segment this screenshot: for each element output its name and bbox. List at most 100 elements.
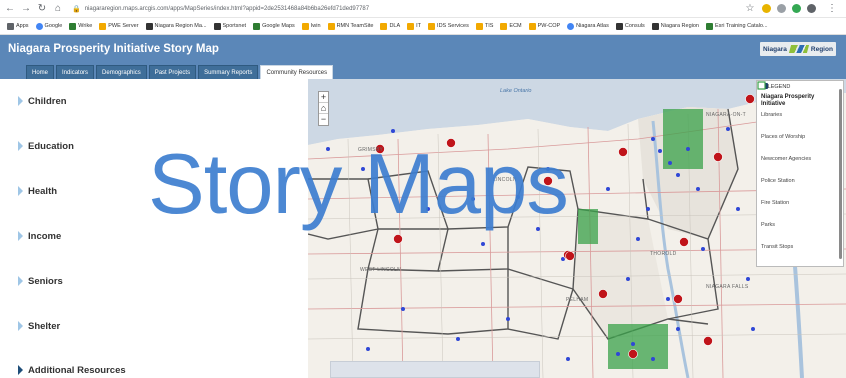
legend-panel[interactable]: ∧ LEGEND Niagara Prosperity Initiative L… [756, 80, 844, 267]
sidebar-item-additional-resources[interactable]: Additional Resources [18, 362, 126, 378]
chevron-right-icon [18, 231, 23, 241]
bookmark-item[interactable]: RMN TeamSite [327, 22, 373, 30]
place-label: PELHAM [566, 297, 589, 303]
bookmark-item[interactable]: Wrike [69, 22, 92, 30]
folder-icon [475, 22, 483, 30]
map-footer-bar [330, 361, 540, 378]
tab-summary-reports[interactable]: Summary Reports [198, 65, 259, 79]
address-bar[interactable]: 🔒 niagararegion.maps.arcgis.com/apps/Map… [72, 3, 592, 15]
place-label: NIAGARA FALLS [706, 284, 749, 290]
place-label: NIAGARA-ON-T [706, 112, 746, 118]
extension-icon[interactable] [792, 4, 801, 13]
bookmark-item[interactable]: Iwin [301, 22, 321, 30]
niagara-region-logo: Niagara Region [760, 42, 836, 56]
police-station-icon [758, 83, 839, 196]
legend-label: Fire Station [761, 200, 790, 206]
sidebar-item-health[interactable]: Health [18, 183, 57, 199]
chevron-right-icon [18, 186, 23, 196]
home-extent-button[interactable]: ⌂ [319, 103, 328, 114]
folder-icon [327, 22, 335, 30]
site-icon [651, 22, 659, 30]
bookmark-item[interactable]: Google [35, 22, 62, 30]
zoom-in-button[interactable]: + [319, 92, 328, 103]
legend-label: Libraries [761, 112, 783, 118]
fire-station-icon [757, 81, 839, 218]
folder-icon [500, 22, 508, 30]
bookmark-item[interactable]: Consuls [615, 22, 645, 30]
bookmark-item[interactable]: Apps [7, 22, 29, 30]
maps-icon [253, 22, 261, 30]
story-maps-watermark: Story Maps [148, 137, 569, 232]
legend-title: LEGEND [767, 84, 791, 90]
browser-toolbar: ← → ↻ ⌂ 🔒 niagararegion.maps.arcgis.com/… [0, 0, 846, 18]
lock-icon: 🔒 [72, 5, 81, 13]
bookmarks-bar: Apps Google Wrike PWE Server Niagara Reg… [0, 18, 846, 35]
legend-label: Places of Worship [761, 134, 806, 140]
legend-label: Transit Stops [761, 244, 794, 250]
extension-icon[interactable] [762, 4, 771, 13]
folder-icon [528, 22, 536, 30]
bookmark-item[interactable]: IT [407, 22, 421, 30]
back-icon[interactable]: ← [4, 3, 16, 15]
tab-home[interactable]: Home [26, 65, 55, 79]
legend-scrollbar[interactable] [839, 89, 842, 259]
newcomer-agency-icon [760, 83, 839, 174]
sidebar-item-shelter[interactable]: Shelter [18, 318, 60, 334]
chevron-right-icon [18, 96, 23, 106]
chevron-right-icon [18, 365, 23, 375]
home-browser-icon[interactable]: ⌂ [52, 3, 64, 15]
park-icon [757, 81, 839, 240]
bookmark-item[interactable]: Google Maps [253, 22, 295, 30]
menu-icon[interactable]: ⋮ [826, 3, 838, 15]
tab-bar: Home Indicators Demographics Past Projec… [0, 63, 846, 79]
folder-icon [407, 22, 415, 30]
bookmark-item[interactable]: Sportsnet [213, 22, 246, 30]
site-icon [301, 22, 309, 30]
forward-icon[interactable]: → [20, 3, 32, 15]
tab-past-projects[interactable]: Past Projects [148, 65, 197, 79]
star-icon[interactable]: ☆ [744, 3, 756, 15]
site-icon [145, 22, 153, 30]
folder-icon [99, 22, 107, 30]
legend-toggle[interactable]: ∧ LEGEND [761, 84, 839, 90]
atlas-icon [567, 22, 575, 30]
chevron-right-icon [18, 276, 23, 286]
folder-icon [380, 22, 388, 30]
chevron-right-icon [18, 141, 23, 151]
sidebar-item-children[interactable]: Children [18, 93, 67, 109]
map-controls: + ⌂ − [318, 91, 329, 126]
library-icon [757, 81, 839, 130]
bookmark-item[interactable]: Esri Training Catalo... [705, 22, 768, 30]
sidebar-item-income[interactable]: Income [18, 228, 61, 244]
extension-icon[interactable] [777, 4, 786, 13]
legend-label: Parks [761, 222, 776, 228]
place-label: WEST LINCOLN [360, 267, 402, 273]
bookmark-item[interactable]: Niagara Region Ma... [145, 22, 207, 30]
wrike-icon [69, 22, 77, 30]
bookmark-item[interactable]: TIS [475, 22, 493, 30]
app-header: Niagara Prosperity Initiative Story Map … [0, 35, 846, 63]
zoom-out-button[interactable]: − [319, 114, 328, 125]
esri-icon [705, 22, 713, 30]
page-title: Niagara Prosperity Initiative Story Map [8, 43, 219, 55]
bookmark-item[interactable]: IDS Services [428, 22, 469, 30]
tab-demographics[interactable]: Demographics [96, 65, 147, 79]
sidebar-item-education[interactable]: Education [18, 138, 74, 154]
bookmark-item[interactable]: DLA [380, 22, 400, 30]
profile-icon[interactable] [807, 4, 816, 13]
reload-icon[interactable]: ↻ [36, 3, 48, 15]
folder-icon [428, 22, 436, 30]
bookmark-item[interactable]: PW-COP [528, 22, 560, 30]
place-label: THOROLD [650, 251, 677, 257]
bookmark-item[interactable]: Niagara Atlas [567, 22, 609, 30]
google-icon [35, 22, 43, 30]
sidebar-item-seniors[interactable]: Seniors [18, 273, 63, 289]
tab-indicators[interactable]: Indicators [56, 65, 95, 79]
bookmark-item[interactable]: ECM [500, 22, 522, 30]
apps-icon [7, 22, 14, 30]
tab-community-resources[interactable]: Community Resources [260, 65, 334, 79]
bookmark-item[interactable]: PWE Server [99, 22, 139, 30]
chevron-right-icon [18, 321, 23, 331]
bookmark-item[interactable]: Niagara Region [651, 22, 699, 30]
worship-icon [759, 83, 839, 152]
